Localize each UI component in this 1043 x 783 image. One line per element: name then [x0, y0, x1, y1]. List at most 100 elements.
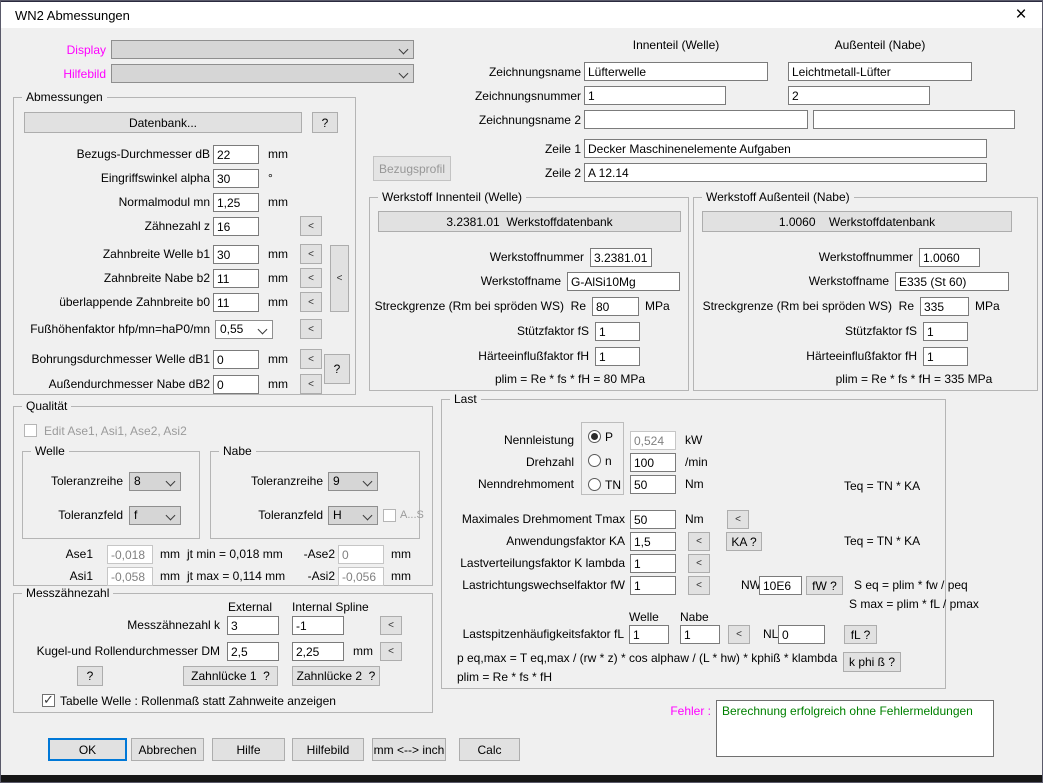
- radio-p[interactable]: [588, 430, 601, 443]
- k-internal-field[interactable]: [292, 616, 344, 635]
- werkstoff-welle-name-field[interactable]: [567, 272, 680, 291]
- werkstoff-nabe-datenbank-button[interactable]: 1.0060 Werkstoffdatenbank: [702, 211, 1012, 232]
- werkstoff-welle-haerte-field[interactable]: [595, 347, 640, 366]
- dm-unit: mm: [353, 644, 373, 658]
- zaehnezahl-label: Zähnezahl z: [14, 219, 210, 233]
- kphib-help-button[interactable]: k phi ß ?: [843, 652, 901, 672]
- fl-help-button[interactable]: fL ?: [844, 625, 877, 644]
- durchmesser-help-button[interactable]: ?: [324, 354, 350, 384]
- zeile1-field[interactable]: [584, 139, 987, 158]
- zahnluecke2-button[interactable]: Zahnlücke 2 ?: [292, 666, 380, 686]
- as-checkbox-label: A...S: [400, 509, 424, 521]
- bezugs-durchmesser-field[interactable]: [213, 145, 259, 164]
- nw-field[interactable]: [759, 576, 802, 595]
- bohrungsdurchmesser-prev-button[interactable]: <: [300, 349, 322, 369]
- zahnbreite-b0-prev-button[interactable]: <: [300, 292, 322, 312]
- nabe-toleranzreihe-combobox[interactable]: 9: [328, 472, 378, 491]
- mm-inch-button[interactable]: mm <--> inch: [372, 738, 446, 761]
- normalmodul-field[interactable]: [213, 193, 259, 212]
- tmax-prev-button[interactable]: <: [727, 510, 749, 529]
- zahnluecke1-button[interactable]: Zahnlücke 1 ?: [183, 666, 278, 686]
- welle-toleranzfeld-combobox[interactable]: f: [129, 506, 181, 525]
- zahnbreite-welle-field[interactable]: [213, 245, 259, 264]
- close-icon[interactable]: ×: [1006, 3, 1036, 27]
- nenndrehmoment-label: Nenndrehmoment: [442, 477, 574, 491]
- zeichnungsname2-nabe-field[interactable]: [813, 110, 1015, 129]
- hilfe-button[interactable]: Hilfe: [212, 738, 285, 761]
- messzaehnezahl-help-button[interactable]: ?: [77, 666, 103, 686]
- zahnbreite-nabe-field[interactable]: [213, 269, 259, 288]
- drehzahl-field[interactable]: [630, 453, 676, 472]
- werkstoff-welle-plim-formula: plim = Re * fs * fH = 80 MPa: [460, 372, 680, 386]
- tmax-label: Maximales Drehmoment Tmax: [442, 512, 625, 526]
- fusshoehenfaktor-prev-button[interactable]: <: [300, 319, 322, 339]
- asi1-label: Asi1: [14, 569, 93, 583]
- zahnbreite-nabe-prev-button[interactable]: <: [300, 268, 322, 288]
- werkstoff-welle-datenbank-button[interactable]: 3.2381.01 Werkstoffdatenbank: [378, 211, 681, 232]
- bohrungsdurchmesser-field[interactable]: [213, 350, 259, 369]
- zeichnungsnummer-welle-field[interactable]: [584, 86, 726, 105]
- ka-prev-button[interactable]: <: [688, 532, 710, 551]
- display-combobox[interactable]: [111, 40, 414, 59]
- hilfebild-button[interactable]: Hilfebild: [292, 738, 364, 761]
- zahnbreite-b0-label: überlappende Zahnbreite b0: [14, 295, 210, 309]
- werkstoff-nabe-haerte-field[interactable]: [923, 347, 968, 366]
- hilfebild-combobox[interactable]: [111, 64, 414, 83]
- werkstoff-nabe-name-label: Werkstoffname: [694, 274, 889, 288]
- zahnbreite-b0-field[interactable]: [213, 293, 259, 312]
- messzaehnezahl-group: Messzähnezahl External Internal Spline M…: [13, 593, 433, 713]
- abbrechen-button[interactable]: Abbrechen: [131, 738, 204, 761]
- zeichnungsname-nabe-field[interactable]: [788, 62, 972, 81]
- klambda-field[interactable]: [630, 554, 676, 573]
- werkstoff-nabe-nummer-field[interactable]: [919, 248, 980, 267]
- zeile1-label: Zeile 1: [431, 142, 581, 156]
- dm-internal-field[interactable]: [292, 642, 344, 661]
- fl-nabe-field[interactable]: [680, 625, 720, 644]
- fw-field[interactable]: [630, 576, 676, 595]
- ka-help-button[interactable]: KA ?: [726, 532, 762, 551]
- nl-field[interactable]: [778, 625, 825, 644]
- werkstoff-nabe-name-field[interactable]: [895, 272, 1009, 291]
- radio-tn[interactable]: [588, 478, 601, 491]
- display-label: Display: [1, 43, 106, 57]
- k-external-field[interactable]: [227, 616, 279, 635]
- abmessungen-help-button[interactable]: ?: [312, 112, 338, 133]
- aussendurchmesser-prev-button[interactable]: <: [300, 374, 322, 394]
- werkstoff-welle-nummer-field[interactable]: [590, 248, 652, 267]
- werkstoff-nabe-streckgrenze-field[interactable]: [920, 297, 969, 316]
- fusshoehenfaktor-combobox[interactable]: 0,55: [215, 320, 273, 339]
- zahnbreite-group-prev-button[interactable]: <: [330, 245, 349, 312]
- fl-prev-button[interactable]: <: [728, 625, 750, 644]
- fw-help-button[interactable]: fW ?: [806, 576, 843, 595]
- werkstoff-nabe-stuetzfaktor-field[interactable]: [923, 322, 968, 341]
- nabe-toleranzfeld-combobox[interactable]: H: [328, 506, 378, 525]
- calc-button[interactable]: Calc: [459, 738, 520, 761]
- eingriffswinkel-field[interactable]: [213, 169, 259, 188]
- dm-external-field[interactable]: [227, 642, 279, 661]
- fw-prev-button[interactable]: <: [688, 576, 710, 595]
- tabelle-welle-checkbox[interactable]: [42, 694, 55, 707]
- zeile2-field[interactable]: [584, 163, 987, 182]
- tmax-field[interactable]: [630, 510, 676, 529]
- zaehnezahl-field[interactable]: [213, 217, 259, 236]
- ka-field[interactable]: [630, 532, 676, 551]
- zeichnungsname2-welle-field[interactable]: [584, 110, 808, 129]
- werkstoff-welle-stuetzfaktor-field[interactable]: [595, 322, 640, 341]
- zeichnungsnummer-nabe-field[interactable]: [788, 86, 930, 105]
- bezugsprofil-button: Bezugsprofil: [373, 156, 451, 181]
- k-prev-button[interactable]: <: [380, 616, 402, 635]
- zeichnungsname-welle-field[interactable]: [584, 62, 768, 81]
- nenndrehmoment-field[interactable]: [630, 475, 676, 494]
- klambda-prev-button[interactable]: <: [688, 554, 710, 573]
- werkstoff-welle-streckgrenze-field[interactable]: [592, 297, 639, 316]
- welle-toleranzreihe-combobox[interactable]: 8: [129, 472, 181, 491]
- zaehnezahl-prev-button[interactable]: <: [300, 216, 322, 236]
- aussendurchmesser-field[interactable]: [213, 375, 259, 394]
- datenbank-button[interactable]: Datenbank...: [24, 112, 302, 133]
- ok-button[interactable]: OK: [48, 738, 127, 761]
- tmax-unit: Nm: [685, 512, 704, 526]
- radio-n[interactable]: [588, 454, 601, 467]
- fl-welle-field[interactable]: [629, 625, 669, 644]
- dm-prev-button[interactable]: <: [380, 642, 402, 661]
- zahnbreite-welle-prev-button[interactable]: <: [300, 244, 322, 264]
